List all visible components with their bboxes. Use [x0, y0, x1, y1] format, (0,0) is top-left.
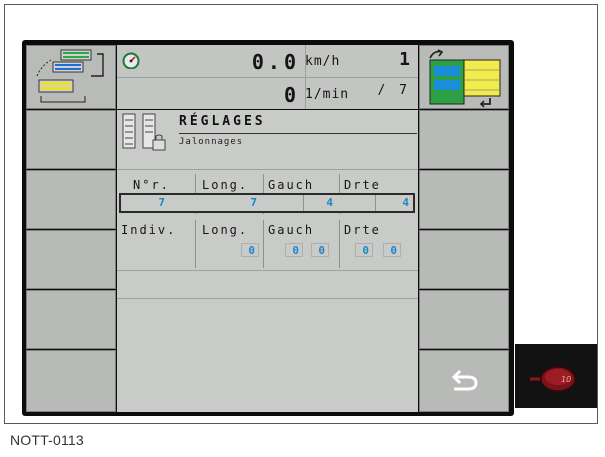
softkey-left-4[interactable]	[26, 290, 116, 349]
col-divider	[263, 220, 264, 268]
header-indiv-long: Long.	[202, 223, 249, 237]
field-view-tile[interactable]	[419, 45, 509, 109]
header-divider-2	[387, 45, 388, 77]
status-header: 0.0 km/h 0 1/min 1 / 7	[117, 45, 418, 136]
softkey-right-3[interactable]	[419, 230, 509, 289]
softkey-left-3[interactable]	[26, 230, 116, 289]
softkey-left-5[interactable]	[26, 350, 116, 412]
value-long[interactable]: 7	[233, 196, 257, 209]
value-nr[interactable]: 7	[141, 196, 165, 209]
col-divider	[195, 220, 196, 268]
header-gauch: Gauch	[268, 178, 315, 192]
softkey-right-1[interactable]	[419, 110, 509, 169]
value-gauch[interactable]: 4	[309, 196, 333, 209]
tramline-config-icon	[36, 49, 104, 103]
pedal-label: 10	[561, 375, 571, 384]
figure-caption: NOTT-0113	[10, 432, 84, 448]
tramline-count: 1	[399, 49, 410, 70]
softkey-left-1[interactable]	[26, 110, 116, 169]
rpm-row: 0 1/min	[117, 77, 418, 136]
col-divider	[339, 220, 340, 268]
row-separator	[117, 270, 418, 271]
cell-divider	[375, 195, 376, 211]
header-nr: N°r.	[133, 178, 170, 192]
value-drte[interactable]: 4	[385, 196, 409, 209]
tramline-settings-icon	[122, 113, 166, 151]
tramline-config-tile[interactable]	[26, 45, 116, 109]
settings-panel: RÉGLAGES Jalonnages N°r. Long. Gauch Drt…	[117, 110, 418, 412]
rpm-value: 0	[283, 83, 300, 107]
row-separator	[117, 298, 418, 299]
indiv-drte-value-2[interactable]: 0	[385, 244, 397, 257]
cell-divider	[303, 195, 304, 211]
indiv-drte-value-1[interactable]: 0	[357, 244, 369, 257]
header-long: Long.	[202, 178, 249, 192]
return-arrow-icon	[451, 369, 478, 391]
header-indiv: Indiv.	[121, 223, 177, 237]
softkey-right-2[interactable]	[419, 170, 509, 229]
tramline-total: / 7	[377, 83, 410, 98]
row-separator	[117, 169, 418, 170]
title-underline	[179, 133, 417, 134]
page-title: RÉGLAGES	[179, 114, 266, 129]
header-indiv-gauch: Gauch	[268, 223, 315, 237]
field-map-icon	[429, 49, 501, 108]
indiv-gauch-value-1[interactable]: 0	[287, 244, 299, 257]
speed-value: 0.0	[251, 50, 300, 74]
speed-row: 0.0 km/h	[117, 45, 418, 77]
control-knob-icon[interactable]: 10	[530, 364, 576, 394]
header-drte: Drte	[344, 178, 381, 192]
softkey-right-4[interactable]	[419, 290, 509, 349]
page-subtitle: Jalonnages	[179, 137, 244, 147]
rpm-unit: 1/min	[305, 87, 350, 102]
speedometer-icon	[122, 52, 140, 69]
header-indiv-drte: Drte	[344, 223, 381, 237]
header-divider	[305, 45, 306, 109]
softkey-left-2[interactable]	[26, 170, 116, 229]
back-button[interactable]	[419, 350, 509, 412]
indiv-long-value[interactable]: 0	[243, 244, 255, 257]
indiv-gauch-value-2[interactable]: 0	[313, 244, 325, 257]
speed-unit: km/h	[305, 54, 341, 69]
